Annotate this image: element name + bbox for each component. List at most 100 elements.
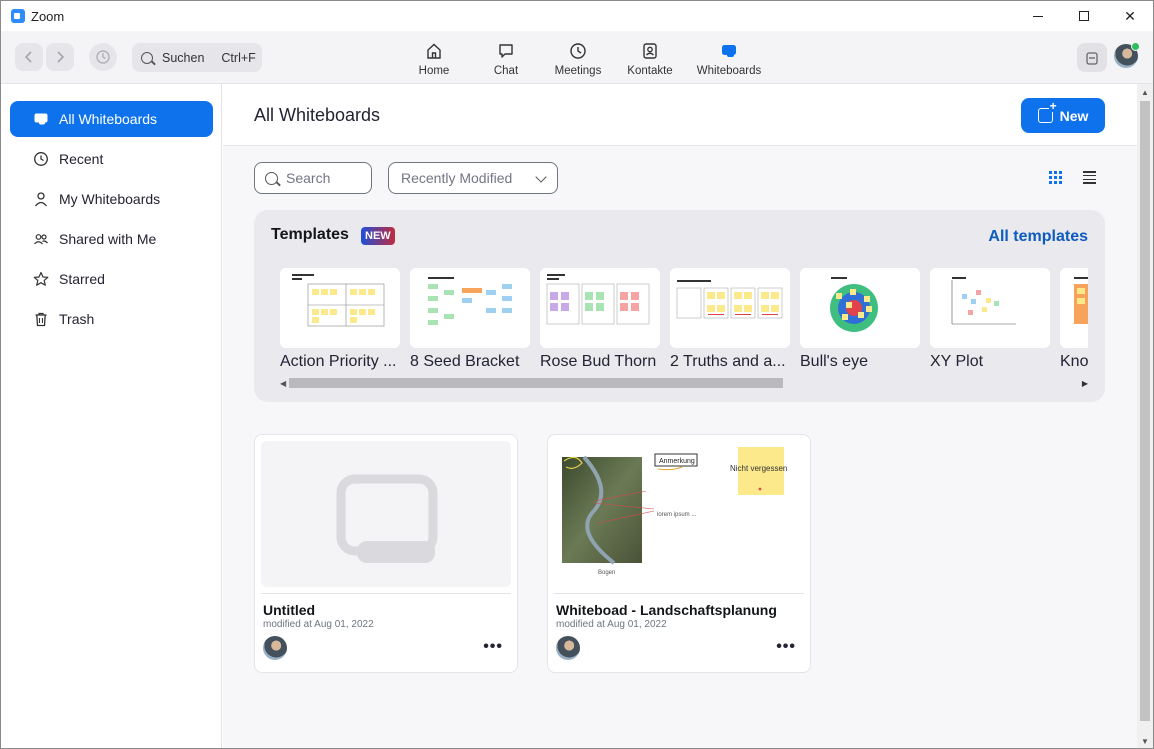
whiteboard-name: Whiteboad - Landschaftsplanung: [556, 602, 777, 618]
scroll-up-arrow-icon[interactable]: ▲: [1141, 88, 1149, 97]
template-thumbnail: [1060, 268, 1088, 348]
whiteboard-preview: [261, 441, 511, 587]
back-button[interactable]: [15, 43, 43, 71]
templates-carousel: Action Priority ... 8 Seed Bracket Rose …: [280, 268, 1088, 373]
card-divider: [261, 593, 511, 594]
tab-meetings-label: Meetings: [554, 65, 602, 77]
tab-home[interactable]: Home: [404, 31, 464, 84]
templates-scrollbar[interactable]: ◀ ▶: [280, 378, 1088, 388]
whiteboard-name: Untitled: [263, 602, 316, 618]
star-icon: [33, 271, 49, 287]
window-title: Zoom: [31, 9, 65, 24]
sort-dropdown[interactable]: Recently Modified: [388, 162, 558, 194]
tab-kontakte[interactable]: Kontakte: [608, 31, 692, 84]
template-card[interactable]: Rose Bud Thorn: [540, 268, 660, 371]
sidebar-item-label: My Whiteboards: [59, 191, 161, 207]
zoom-logo-icon: [11, 9, 25, 23]
new-button-label: New: [1059, 107, 1089, 124]
scroll-right-arrow-icon[interactable]: ▶: [1082, 379, 1088, 388]
template-thumbnail: [800, 268, 920, 348]
history-button[interactable]: [89, 43, 117, 71]
search-placeholder: Search: [286, 170, 331, 186]
minimize-icon: [1033, 15, 1043, 17]
sticky-note-text: Nicht vergessen: [730, 464, 787, 473]
zoom-window: Zoom ✕ Suchen Ctrl+F Home Chat Meetings …: [0, 0, 1154, 749]
presence-status-dot: [1131, 42, 1140, 51]
scrollbar-thumb[interactable]: [1140, 101, 1150, 721]
template-card[interactable]: XY Plot: [930, 268, 1050, 371]
whiteboard-card[interactable]: Anmerkung lorem ipsum ... Bogen Nicht ve…: [547, 434, 811, 673]
top-toolbar: Suchen Ctrl+F Home Chat Meetings Kontakt…: [1, 31, 1153, 84]
sidebar-item-my-whiteboards[interactable]: My Whiteboards: [10, 181, 213, 217]
search-label: Suchen: [162, 50, 205, 65]
template-card[interactable]: Bull's eye: [800, 268, 920, 371]
scrollbar-thumb[interactable]: [289, 378, 783, 388]
tab-kontakte-label: Kontakte: [627, 65, 673, 77]
trash-icon: [33, 311, 49, 327]
forward-button[interactable]: [46, 43, 74, 71]
global-search-button[interactable]: Suchen Ctrl+F: [132, 43, 262, 72]
template-thumbnail: [280, 268, 400, 348]
new-badge: NEW: [361, 227, 395, 245]
maximize-icon: [1079, 11, 1089, 21]
tab-whiteboards[interactable]: Whiteboards: [692, 31, 766, 84]
template-name: 8 Seed Bracket: [410, 353, 520, 370]
search-icon: [265, 171, 278, 185]
chevron-left-icon: [24, 51, 32, 63]
tab-chat[interactable]: Chat: [464, 31, 548, 84]
main-scrollbar[interactable]: ▲ ▼: [1137, 84, 1153, 748]
template-thumbnail: [410, 268, 530, 348]
list-view-icon[interactable]: [1083, 171, 1096, 184]
title-bar: Zoom ✕: [1, 1, 1153, 31]
sidebar-item-label: All Whiteboards: [59, 111, 158, 127]
templates-title: Templates: [271, 226, 349, 243]
chevron-down-icon: [535, 171, 547, 183]
owner-avatar: [556, 636, 580, 660]
owner-avatar: [263, 636, 287, 660]
sidebar-item-trash[interactable]: Trash: [10, 301, 213, 337]
clock-icon: [568, 41, 588, 61]
preview-label: Anmerkung: [659, 458, 695, 465]
template-thumbnail: [930, 268, 1050, 348]
sort-value: Recently Modified: [401, 170, 513, 186]
main-header: All Whiteboards New: [223, 84, 1137, 146]
whiteboard-search-input[interactable]: Search: [254, 162, 372, 194]
grid-view-icon[interactable]: [1049, 171, 1062, 184]
sidebar-item-all-whiteboards[interactable]: All Whiteboards: [10, 101, 213, 137]
template-card[interactable]: 8 Seed Bracket: [410, 268, 530, 371]
apps-button[interactable]: [1077, 43, 1107, 72]
more-options-button[interactable]: •••: [483, 638, 503, 656]
main-tabs: Home Chat Meetings Kontakte Whiteboards: [404, 31, 766, 84]
preview-caption: Bogen: [598, 570, 615, 576]
sidebar-item-shared-with-me[interactable]: Shared with Me: [10, 221, 213, 257]
maximize-button[interactable]: [1061, 1, 1107, 31]
new-whiteboard-button[interactable]: New: [1021, 98, 1105, 133]
sidebar-item-label: Trash: [59, 311, 95, 327]
preview-text: lorem ipsum ...: [657, 512, 697, 518]
chat-icon: [496, 41, 516, 61]
template-name: Bull's eye: [800, 353, 868, 370]
template-thumbnail: [670, 268, 790, 348]
template-card[interactable]: Action Priority ...: [280, 268, 400, 371]
minimize-button[interactable]: [1015, 1, 1061, 31]
tab-chat-label: Chat: [493, 65, 519, 77]
sidebar-item-starred[interactable]: Starred: [10, 261, 213, 297]
close-button[interactable]: ✕: [1107, 1, 1153, 31]
scroll-left-arrow-icon[interactable]: ◀: [280, 379, 286, 388]
scroll-down-arrow-icon[interactable]: ▼: [1141, 737, 1149, 746]
more-options-button[interactable]: •••: [776, 638, 796, 656]
chevron-right-icon: [57, 51, 65, 63]
template-card[interactable]: Kno: [1060, 268, 1088, 371]
all-templates-link[interactable]: All templates: [988, 228, 1088, 246]
tab-whiteboards-label: Whiteboards: [696, 65, 762, 77]
whiteboard-modified-date: modified at Aug 01, 2022: [556, 619, 667, 630]
template-card[interactable]: 2 Truths and a...: [670, 268, 790, 371]
template-thumbnail: [540, 268, 660, 348]
sidebar-item-recent[interactable]: Recent: [10, 141, 213, 177]
clock-icon: [33, 151, 49, 167]
new-whiteboard-icon: [1037, 100, 1058, 123]
whiteboard-card[interactable]: Untitled modified at Aug 01, 2022 •••: [254, 434, 518, 673]
whiteboard-modified-date: modified at Aug 01, 2022: [263, 619, 374, 630]
search-icon: [141, 51, 153, 64]
tab-meetings[interactable]: Meetings: [548, 31, 608, 84]
